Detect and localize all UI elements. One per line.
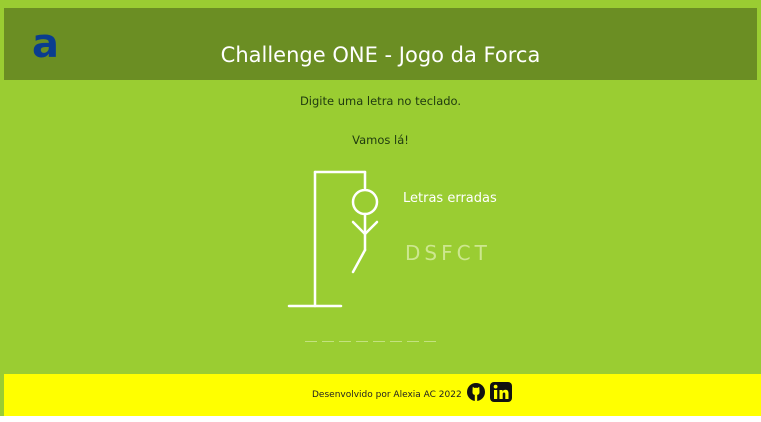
- hangman-left-arm: [351, 220, 367, 236]
- hangman-left-leg: [351, 248, 367, 274]
- word-slot: [407, 341, 419, 342]
- header: a Challenge ONE - Jogo da Forca: [4, 8, 757, 80]
- word-slots: [305, 341, 436, 342]
- encouragement-text: Vamos lá!: [352, 133, 409, 147]
- word-slot: [390, 341, 402, 342]
- instruction-text: Digite uma letra no teclado.: [299, 94, 462, 108]
- page-title: Challenge ONE - Jogo da Forca: [220, 43, 541, 67]
- wrong-letters: DSFCT: [405, 241, 491, 265]
- word-slot: [339, 341, 351, 342]
- word-slot: [373, 341, 385, 342]
- top-strip: [0, 0, 761, 4]
- footer-credit: Desenvolvido por Alexia AC 2022: [312, 389, 462, 400]
- github-icon[interactable]: [466, 382, 486, 407]
- hangman-right-arm: [363, 220, 379, 236]
- bottom-strip: [0, 416, 761, 422]
- hangman-head: [351, 188, 379, 216]
- footer-content: Desenvolvido por Alexia AC 2022: [312, 382, 512, 407]
- word-slot: [305, 341, 317, 342]
- linkedin-icon[interactable]: [489, 382, 512, 407]
- word-slot: [356, 341, 368, 342]
- wrong-letters-label: Letras erradas: [403, 191, 497, 206]
- word-slot: [322, 341, 334, 342]
- footer: Desenvolvido por Alexia AC 2022: [4, 374, 761, 416]
- word-slot: [424, 341, 436, 342]
- hangman-drawing: [287, 170, 379, 308]
